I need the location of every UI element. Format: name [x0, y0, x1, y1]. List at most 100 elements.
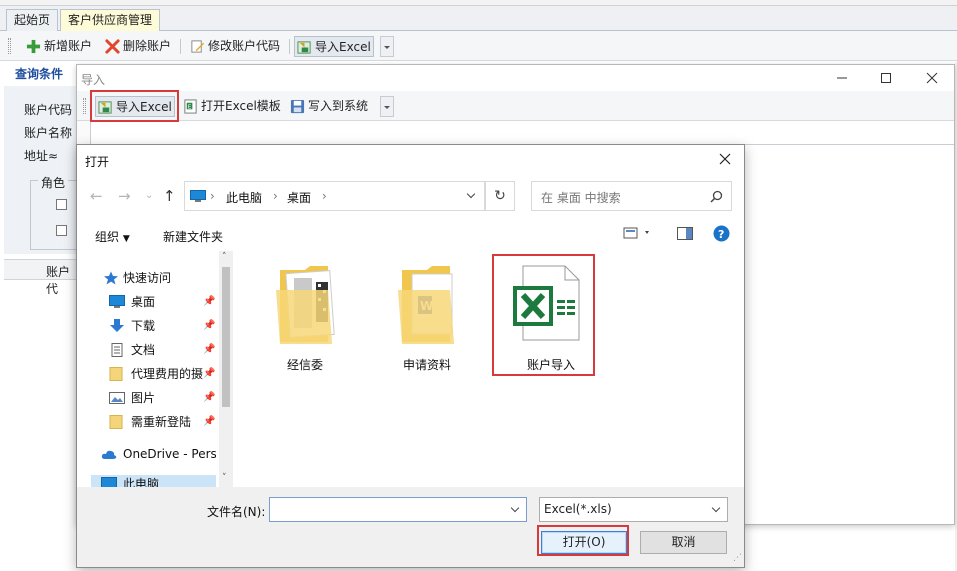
role-checkbox[interactable]: [56, 225, 67, 236]
cloud-icon: [101, 450, 117, 459]
recent-locations-button[interactable]: ⌄: [145, 190, 153, 201]
view-options-button[interactable]: [623, 226, 653, 243]
nav-desktop[interactable]: 桌面 📌: [91, 291, 216, 313]
nav-quick-access[interactable]: 快速访问: [91, 267, 216, 289]
write-system-label: 写入到系统: [308, 99, 369, 113]
nav-folder-agency-fee[interactable]: 代理费用的摄 📌: [91, 363, 216, 385]
import-window-title: 导入: [81, 73, 106, 87]
help-button[interactable]: ?: [713, 225, 730, 245]
svg-text:E: E: [188, 104, 192, 110]
document-tabs: 起始页 客户供应商管理: [0, 6, 957, 32]
write-system-button[interactable]: 写入到系统: [288, 96, 368, 117]
preview-pane-icon: [677, 227, 693, 240]
search-icon: [710, 190, 723, 203]
desktop-icon: [109, 295, 125, 308]
dialog-close-button[interactable]: [710, 147, 740, 173]
nav-downloads[interactable]: 下载 📌: [91, 315, 216, 337]
address-dropdown-icon[interactable]: [466, 189, 476, 199]
dialog-title: 打开: [85, 155, 110, 169]
import-grid-header: [91, 121, 954, 145]
grid-header: 账户代: [4, 259, 78, 296]
search-box[interactable]: 在 桌面 中搜索: [531, 181, 732, 211]
dropdown-triangle-icon: ▼: [122, 234, 130, 244]
nav-quick-access-label: 快速访问: [123, 271, 172, 285]
nav-onedrive[interactable]: OneDrive - Pers: [91, 443, 216, 465]
address-label: 地址≈: [24, 149, 59, 163]
nav-folder-relogin[interactable]: 需重新登陆 📌: [91, 411, 216, 433]
import-excel-label: 导入Excel: [315, 40, 371, 54]
chevron-down-icon: ⌄: [145, 190, 154, 201]
pc-icon: [190, 190, 206, 202]
close-icon: [719, 153, 731, 165]
folder-icon: W: [398, 266, 454, 344]
modify-code-label: 修改账户代码: [208, 39, 281, 53]
address-bar[interactable]: › 此电脑 › 桌面 ›: [184, 181, 485, 211]
highlight-account-import-file: [492, 254, 595, 376]
minimize-button[interactable]: [824, 66, 860, 92]
nav-scrollbar[interactable]: ˄ ˅: [219, 251, 233, 487]
maximize-icon: [881, 73, 891, 83]
role-checkbox[interactable]: [56, 199, 67, 210]
back-arrow-icon: ←: [90, 187, 103, 205]
nav-onedrive-label: OneDrive - Pers: [123, 447, 216, 461]
close-icon: [926, 72, 938, 84]
pin-icon: 📌: [203, 296, 216, 307]
filename-input[interactable]: [269, 497, 527, 522]
nav-this-pc[interactable]: 此电脑: [91, 475, 216, 487]
organize-button[interactable]: 组织 ▼: [95, 228, 130, 245]
scroll-up-icon[interactable]: ˄: [222, 252, 227, 262]
nav-scrollbar-thumb[interactable]: [222, 267, 230, 407]
breadcrumb-this-pc[interactable]: 此电脑: [226, 189, 262, 206]
excel-template-icon: E: [184, 99, 197, 114]
open-template-button[interactable]: E 打开Excel模板: [181, 96, 281, 117]
import-excel-button[interactable]: 导入Excel: [294, 36, 374, 57]
toolbar-overflow-dropdown[interactable]: [380, 36, 394, 57]
delete-account-label: 删除账户: [123, 39, 172, 53]
maximize-button[interactable]: [868, 66, 904, 92]
filetype-dropdown-icon: [711, 503, 721, 513]
nav-folder-relogin-label: 需重新登陆: [131, 415, 192, 429]
refresh-button[interactable]: ↻: [485, 181, 515, 211]
toolbar-separator: [289, 39, 290, 54]
resize-grip[interactable]: ⋰: [733, 553, 742, 563]
excel-import-icon: [297, 41, 311, 54]
main-toolbar: 新增账户 删除账户 修改账户代码 导入Excel: [0, 31, 957, 61]
tab-start-page[interactable]: 起始页: [6, 9, 59, 31]
back-button[interactable]: ←: [90, 187, 103, 205]
grid-col-account[interactable]: 账户代: [46, 263, 78, 297]
toolbar-overflow-dropdown[interactable]: [380, 96, 394, 117]
pin-icon: 📌: [203, 320, 216, 331]
nav-pictures[interactable]: 图片 📌: [91, 387, 216, 409]
forward-button[interactable]: →: [118, 187, 131, 205]
open-template-label: 打开Excel模板: [201, 99, 281, 113]
folder-icon: [109, 367, 123, 381]
save-disk-icon: [290, 99, 305, 114]
refresh-icon: ↻: [494, 188, 506, 204]
nav-this-pc-label: 此电脑: [123, 477, 160, 487]
new-folder-button[interactable]: 新建文件夹: [163, 228, 223, 245]
toolbar-grip[interactable]: [83, 98, 86, 114]
highlight-import-excel: [90, 90, 179, 122]
delete-account-button[interactable]: 删除账户: [103, 36, 171, 57]
edit-icon: [191, 40, 205, 53]
tab-customer-supplier[interactable]: 客户供应商管理: [60, 9, 161, 32]
picture-icon: [109, 392, 125, 404]
delete-x-icon: [105, 39, 120, 54]
filetype-select[interactable]: Excel(*.xls): [539, 497, 728, 522]
toolbar-grip[interactable]: [8, 38, 11, 54]
dialog-footer: 文件名(N): Excel(*.xls) 打开(O) 取消 ⋰: [77, 487, 744, 567]
close-window-button[interactable]: [914, 66, 950, 92]
plus-icon: [26, 39, 41, 54]
pin-icon: 📌: [203, 416, 216, 427]
preview-pane-button[interactable]: [677, 227, 693, 243]
filename-dropdown-icon[interactable]: [510, 503, 520, 513]
query-conditions-header: 查询条件: [15, 67, 64, 81]
modify-code-button[interactable]: 修改账户代码: [188, 36, 280, 57]
account-code-label: 账户代码: [24, 103, 73, 117]
new-account-button[interactable]: 新增账户: [24, 36, 92, 57]
nav-documents[interactable]: 文档 📌: [91, 339, 216, 361]
breadcrumb-desktop[interactable]: 桌面: [287, 189, 311, 206]
scroll-down-icon[interactable]: ˅: [222, 473, 227, 483]
up-button[interactable]: ↑: [163, 187, 176, 205]
cancel-button[interactable]: 取消: [640, 531, 727, 554]
